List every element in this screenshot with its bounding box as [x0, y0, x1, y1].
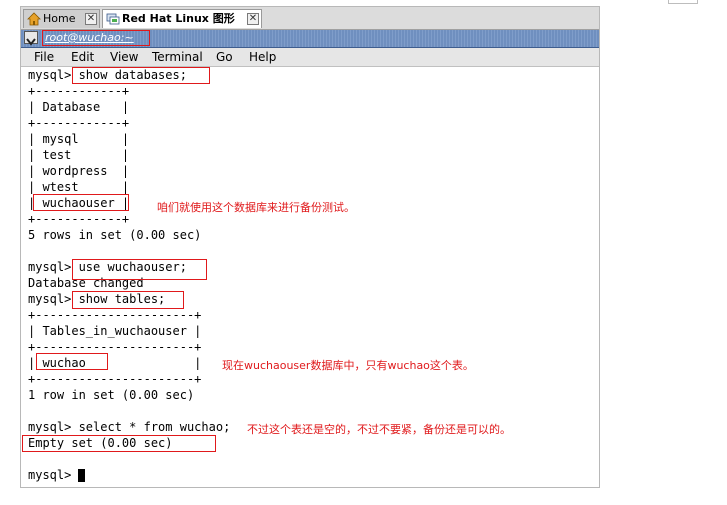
vmware-window: Home ✕ Red Hat Linux 图形 ✕ root@wuchao:~ …: [20, 6, 600, 488]
terminal-line: +------------+: [28, 84, 130, 98]
terminal-output[interactable]: mysql> show databases; +------------+ | …: [21, 67, 599, 487]
highlight-wuchaouser: [33, 194, 129, 211]
highlight-use-db: [72, 259, 207, 280]
corner-frame: [668, 0, 698, 4]
vm-icon: [106, 13, 120, 25]
title-highlight-box: [42, 30, 150, 46]
menu-help[interactable]: Help: [249, 49, 276, 65]
menu-terminal[interactable]: Terminal: [152, 49, 203, 65]
tab-strip: Home ✕ Red Hat Linux 图形 ✕: [21, 7, 599, 30]
menubar: File Edit View Terminal Go Help: [21, 48, 599, 67]
tab-home-close-icon[interactable]: ✕: [85, 13, 97, 25]
terminal-line: 1 row in set (0.00 sec): [28, 388, 195, 402]
highlight-show-tables: [72, 291, 184, 309]
terminal-line: | Database |: [28, 100, 130, 114]
menu-edit[interactable]: Edit: [71, 49, 94, 65]
tab-home-label: Home: [43, 12, 76, 25]
tab-redhat[interactable]: Red Hat Linux 图形 ✕: [102, 9, 262, 28]
terminal-line: +----------------------+: [28, 372, 202, 386]
tab-redhat-label: Red Hat Linux 图形: [122, 12, 235, 25]
terminal-line: | Tables_in_wuchaouser |: [28, 324, 202, 338]
terminal-prompt: mysql>: [28, 468, 79, 482]
menu-view[interactable]: View: [110, 49, 138, 65]
highlight-empty-set: [22, 435, 216, 452]
chevron-down-icon: [26, 38, 36, 46]
terminal-line: | wtest |: [28, 180, 130, 194]
terminal-titlebar: root@wuchao:~: [21, 30, 599, 48]
terminal-line: +------------+: [28, 212, 130, 226]
terminal-line: +----------------------+: [28, 308, 202, 322]
text-cursor: [78, 469, 85, 482]
terminal-line: mysql> select * from wuchao;: [28, 420, 231, 434]
home-icon: [27, 12, 41, 26]
terminal-line: +------------+: [28, 116, 130, 130]
highlight-show-databases: [72, 67, 210, 84]
menu-file[interactable]: File: [34, 49, 54, 65]
terminal-line: | mysql |: [28, 132, 130, 146]
tab-redhat-close-icon[interactable]: ✕: [247, 13, 259, 25]
window-menu-button[interactable]: [24, 31, 38, 46]
highlight-wuchao: [36, 353, 108, 370]
terminal-line: | wordpress |: [28, 164, 130, 178]
annotation-note: 咱们就使用这个数据库来进行备份测试。: [157, 201, 355, 214]
menu-go[interactable]: Go: [216, 49, 233, 65]
terminal-line: | test |: [28, 148, 130, 162]
annotation-note: 不过这个表还是空的，不过不要紧，备份还是可以的。: [247, 423, 511, 436]
terminal-line: 5 rows in set (0.00 sec): [28, 228, 202, 242]
annotation-note: 现在wuchaouser数据库中，只有wuchao这个表。: [222, 359, 474, 372]
tab-home[interactable]: Home ✕: [23, 9, 100, 28]
